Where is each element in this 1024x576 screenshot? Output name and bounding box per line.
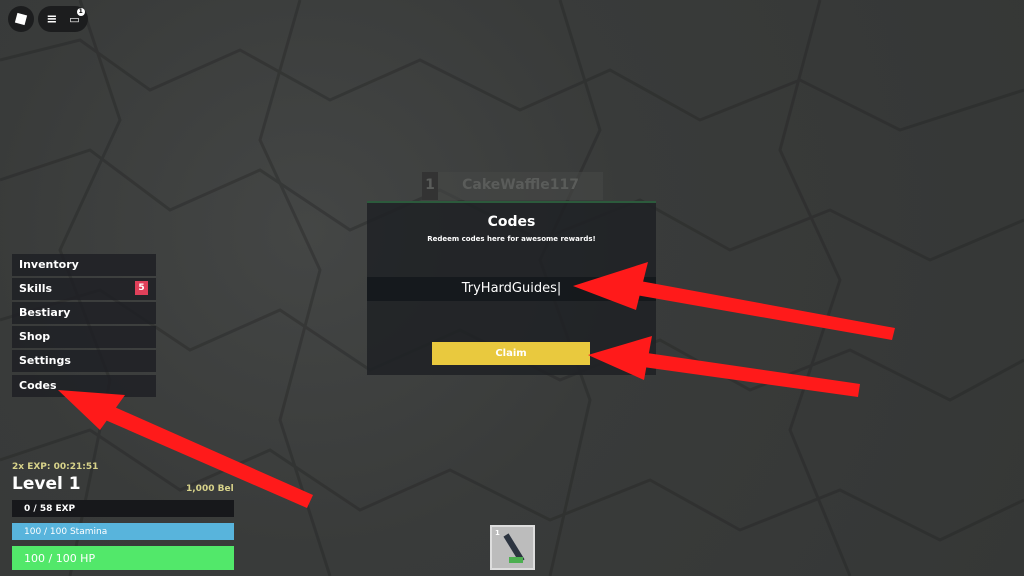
annotation-arrows	[58, 262, 895, 508]
arrow-to-input	[573, 262, 895, 340]
arrow-to-claim	[588, 336, 860, 397]
arrow-to-codes	[58, 390, 313, 508]
